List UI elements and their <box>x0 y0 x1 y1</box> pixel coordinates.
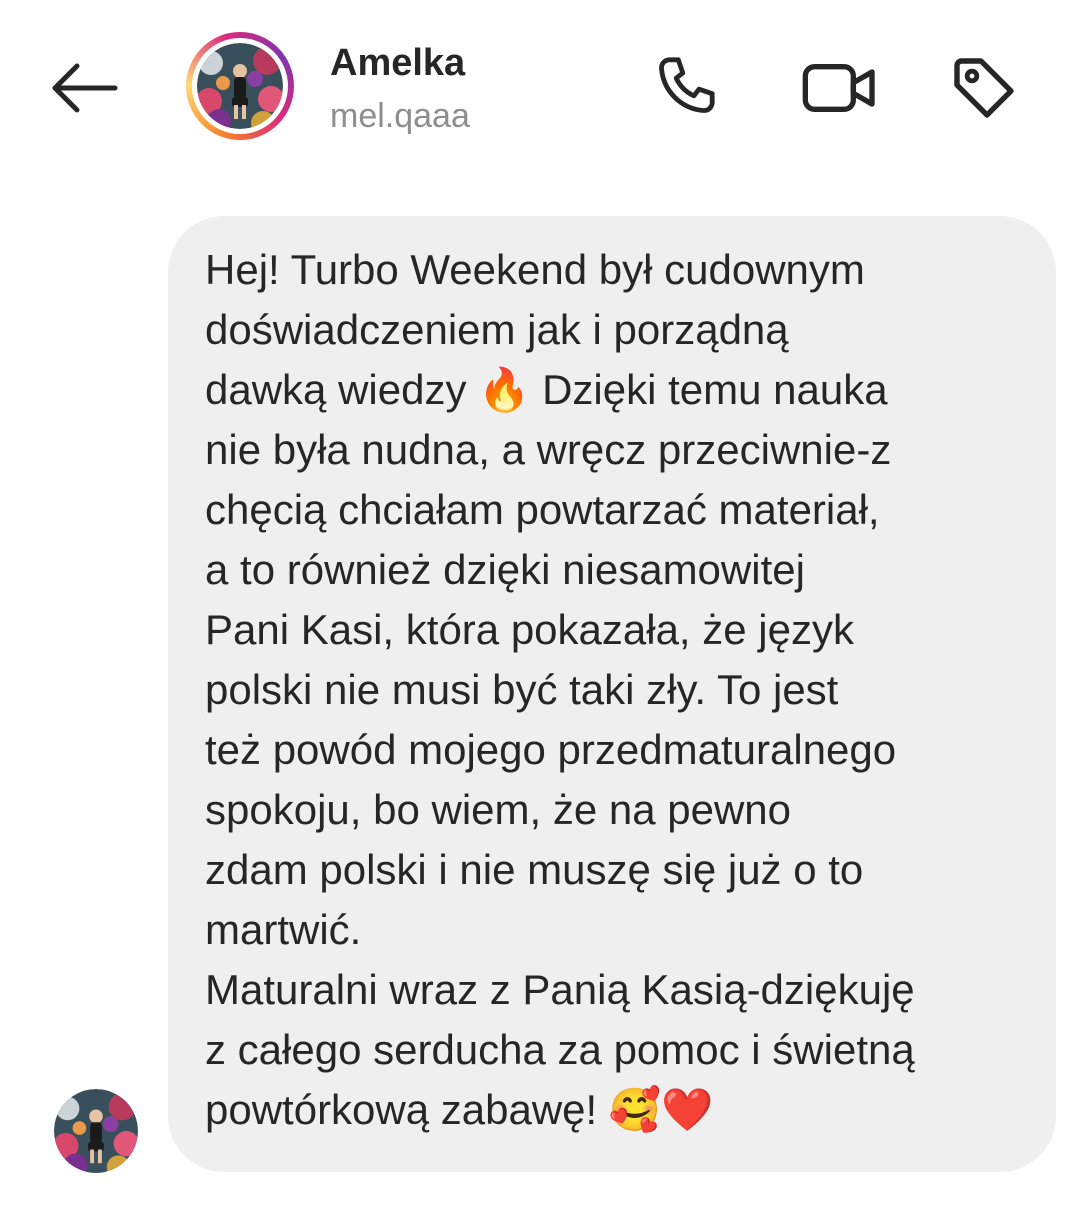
avatar <box>54 1089 138 1173</box>
message-line: Maturalni wraz z Panią Kasią-dziękuję <box>205 966 915 1013</box>
message-line: polski nie musi być taki zły. To jest <box>205 666 839 713</box>
message-line: a to również dzięki niesamowitej <box>205 546 805 593</box>
contact-username: mel.qaaa <box>330 97 470 135</box>
message-line: doświadczeniem jak i porządną <box>205 306 789 353</box>
video-call-button[interactable] <box>798 46 882 130</box>
phone-icon <box>659 57 715 113</box>
message-line: chęcią chciałam powtarzać materiał, <box>205 486 880 533</box>
arrow-left-icon <box>52 63 118 113</box>
message-line: dawką wiedzy 🔥 Dzięki temu nauka <box>205 366 888 413</box>
message-line: powtórkową zabawę! 🥰❤️ <box>205 1086 714 1133</box>
back-button[interactable] <box>44 52 124 124</box>
message-bubble[interactable]: Hej! Turbo Weekend był cudownym doświadc… <box>168 216 1056 1172</box>
profile-avatar-story-ring[interactable] <box>186 32 294 140</box>
message-line: zdam polski i nie muszę się już o to <box>205 846 864 893</box>
message-line: Hej! Turbo Weekend był cudownym <box>205 246 865 293</box>
sender-avatar[interactable] <box>54 1089 138 1173</box>
message-line: nie była nudna, a wręcz przeciwnie-z <box>205 426 892 473</box>
video-camera-icon <box>802 64 875 112</box>
chat-header: Amelka mel.qaaa <box>0 0 1080 180</box>
audio-call-button[interactable] <box>648 46 732 130</box>
message-line: też powód mojego przedmaturalnego <box>205 726 897 773</box>
message-line: Pani Kasi, która pokazała, że język <box>205 606 854 653</box>
contact-display-name: Amelka <box>330 42 466 84</box>
message-line: spokoju, bo wiem, że na pewno <box>205 786 792 833</box>
message-line: martwić. <box>205 906 362 953</box>
avatar <box>197 43 283 129</box>
message-line: z całego serducha za pomoc i świetną <box>205 1026 915 1073</box>
contact-info[interactable]: Amelka mel.qaaa <box>330 40 470 138</box>
tag-icon <box>954 58 1014 118</box>
tag-button[interactable] <box>942 46 1026 130</box>
